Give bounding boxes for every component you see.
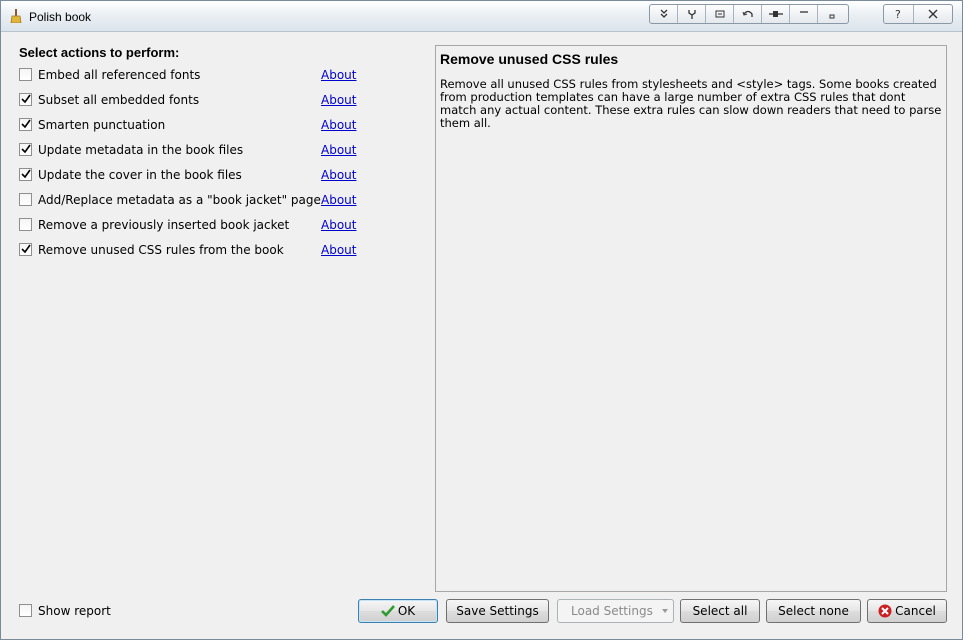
select-all-button[interactable]: Select all xyxy=(680,599,760,623)
check-icon xyxy=(380,605,395,617)
action-row[interactable]: Smarten punctuation About xyxy=(19,117,359,135)
close-icon[interactable] xyxy=(914,5,952,23)
description-body: Remove all unused CSS rules from stylesh… xyxy=(440,77,942,130)
action-row[interactable]: Update the cover in the book files About xyxy=(19,167,359,185)
action-row[interactable]: Remove unused CSS rules from the book Abo… xyxy=(19,242,359,260)
show-report-label: Show report xyxy=(38,604,111,618)
action-checkbox[interactable] xyxy=(19,118,32,131)
titlebar-tools xyxy=(649,4,849,24)
about-link[interactable]: About xyxy=(321,193,356,207)
brush-icon xyxy=(9,9,23,24)
action-label: Update metadata in the book files xyxy=(38,143,244,157)
titlebar-window-controls: ? xyxy=(883,4,953,24)
ok-label: OK xyxy=(397,604,416,618)
window-icon[interactable] xyxy=(706,5,734,23)
polish-book-dialog: Polish book ? Select actions to perform:… xyxy=(0,0,963,640)
about-link[interactable]: About xyxy=(321,243,356,257)
undo-icon[interactable] xyxy=(734,5,762,23)
about-link[interactable]: About xyxy=(321,218,356,232)
about-link[interactable]: About xyxy=(321,68,356,82)
select-all-label: Select all xyxy=(692,604,748,618)
action-label: Subset all embedded fonts xyxy=(38,93,200,107)
action-row[interactable]: Embed all referenced fonts About xyxy=(19,67,359,85)
action-checkbox[interactable] xyxy=(19,243,32,256)
load-settings-label: Load Settings xyxy=(571,604,653,618)
cancel-button[interactable]: Cancel xyxy=(867,599,947,623)
title-bar[interactable]: Polish book ? xyxy=(1,1,962,32)
action-label: Add/Replace metadata as a "book jacket" … xyxy=(38,193,321,207)
select-none-label: Select none xyxy=(778,604,849,618)
plug-icon[interactable] xyxy=(762,5,790,23)
description-title: Remove unused CSS rules xyxy=(440,51,619,67)
description-panel: Remove unused CSS rules Remove all unuse… xyxy=(435,45,947,592)
checkbox-box[interactable] xyxy=(19,604,32,617)
save-settings-label: Save Settings xyxy=(456,604,539,618)
about-link[interactable]: About xyxy=(321,143,356,157)
collapse-icon[interactable] xyxy=(650,5,678,23)
select-none-button[interactable]: Select none xyxy=(766,599,861,623)
action-label: Update the cover in the book files xyxy=(38,168,242,182)
action-row[interactable]: Remove a previously inserted book jacket… xyxy=(19,217,359,235)
action-checkbox[interactable] xyxy=(19,93,32,106)
action-checkbox[interactable] xyxy=(19,168,32,181)
about-link[interactable]: About xyxy=(321,93,356,107)
cancel-icon xyxy=(878,604,892,618)
action-checkbox[interactable] xyxy=(19,193,32,206)
action-checkbox[interactable] xyxy=(19,68,32,81)
dropdown-arrow-icon[interactable] xyxy=(662,609,668,613)
ok-button[interactable]: OK xyxy=(358,599,438,623)
window-title: Polish book xyxy=(29,10,92,24)
action-label: Remove a previously inserted book jacket xyxy=(38,218,290,232)
about-link[interactable]: About xyxy=(321,118,356,132)
cancel-label: Cancel xyxy=(895,604,936,618)
action-label: Remove unused CSS rules from the book xyxy=(38,243,284,257)
action-label: Embed all referenced fonts xyxy=(38,68,201,82)
save-settings-button[interactable]: Save Settings xyxy=(446,599,549,623)
svg-text:?: ? xyxy=(895,8,901,20)
show-report-checkbox[interactable]: Show report xyxy=(19,603,139,619)
action-row[interactable]: Add/Replace metadata as a "book jacket" … xyxy=(19,192,359,210)
minimize-icon[interactable] xyxy=(790,5,818,23)
action-checkbox[interactable] xyxy=(19,143,32,156)
action-label: Smarten punctuation xyxy=(38,118,166,132)
action-checkbox[interactable] xyxy=(19,218,32,231)
action-row[interactable]: Update metadata in the book files About xyxy=(19,142,359,160)
actions-heading: Select actions to perform: xyxy=(19,45,180,60)
pin-icon[interactable] xyxy=(678,5,706,23)
about-link[interactable]: About xyxy=(321,168,356,182)
action-row[interactable]: Subset all embedded fonts About xyxy=(19,92,359,110)
help-icon[interactable]: ? xyxy=(884,5,914,23)
load-settings-button[interactable]: Load Settings xyxy=(557,599,674,623)
restore-icon[interactable] xyxy=(818,5,846,23)
